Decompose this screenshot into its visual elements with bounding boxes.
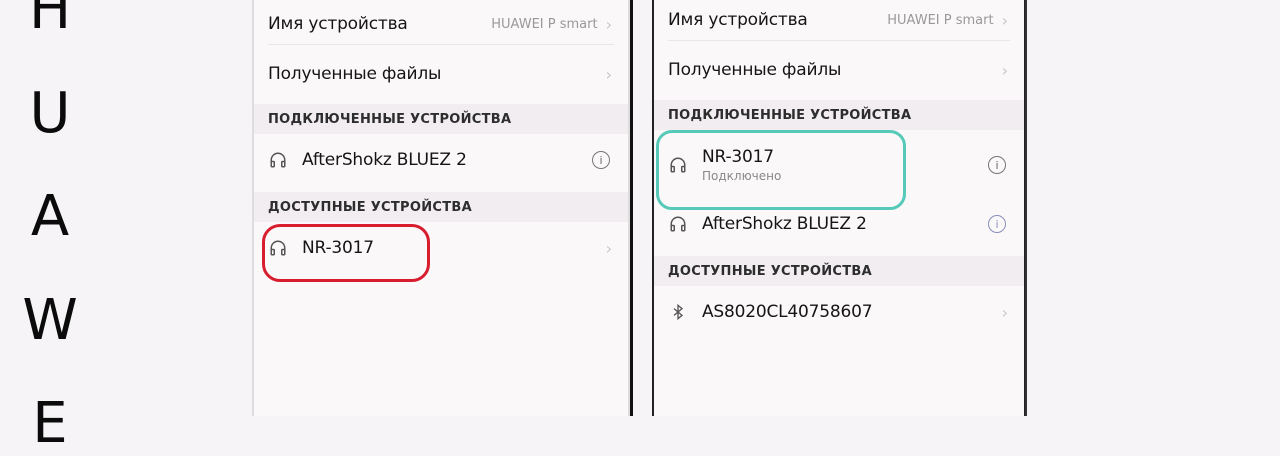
chevron-right-icon: ›: [1001, 10, 1008, 30]
connected-device-row[interactable]: AfterShokz BLUEZ 2 i: [254, 140, 628, 180]
panel-separator: [630, 0, 633, 416]
info-icon[interactable]: i: [988, 156, 1006, 174]
brand-letter: H: [28, 0, 72, 42]
highlight-red-outline: [262, 224, 430, 282]
headphones-icon: [668, 214, 688, 234]
received-files-label: Полученные файлы: [268, 64, 442, 84]
brand-vertical-text: H U A W E: [22, 0, 78, 452]
brand-letter: E: [32, 391, 68, 456]
brand-letter: W: [22, 287, 78, 353]
device-name-value: HUAWEI P smart: [887, 12, 994, 28]
device-name-row[interactable]: Имя устройства HUAWEI P smart ›: [654, 2, 1024, 38]
highlight-teal-outline: [656, 130, 906, 210]
received-files-row[interactable]: Полученные файлы ›: [254, 56, 628, 92]
chevron-right-icon: ›: [605, 238, 612, 258]
available-device-row[interactable]: AS8020CL40758607 ›: [654, 292, 1024, 332]
chevron-right-icon: ›: [605, 14, 612, 34]
connected-device-row[interactable]: AfterShokz BLUEZ 2 i: [654, 204, 1024, 244]
device-name: AfterShokz BLUEZ 2: [702, 214, 867, 234]
device-name: AS8020CL40758607: [702, 302, 873, 322]
device-name-label: Имя устройства: [268, 14, 408, 34]
right-phone-screen: Имя устройства HUAWEI P smart › Полученн…: [652, 0, 1026, 416]
info-icon[interactable]: i: [592, 151, 610, 169]
chevron-right-icon: ›: [605, 64, 612, 84]
received-files-row[interactable]: Полученные файлы ›: [654, 52, 1024, 88]
device-name-value: HUAWEI P smart: [491, 16, 598, 32]
available-devices-header: ДОСТУПНЫЕ УСТРОЙСТВА: [654, 256, 1024, 286]
connected-devices-header: ПОДКЛЮЧЕННЫЕ УСТРОЙСТВА: [254, 104, 628, 134]
divider: [668, 40, 1010, 41]
device-name: AfterShokz BLUEZ 2: [302, 150, 467, 170]
bluetooth-icon: [668, 302, 688, 322]
panel-border: [1025, 0, 1027, 416]
chevron-right-icon: ›: [1001, 60, 1008, 80]
headphones-icon: [268, 150, 288, 170]
connected-devices-header: ПОДКЛЮЧЕННЫЕ УСТРОЙСТВА: [654, 100, 1024, 130]
brand-letter: U: [29, 80, 71, 146]
device-name-row[interactable]: Имя устройства HUAWEI P smart ›: [254, 6, 628, 42]
info-icon[interactable]: i: [988, 215, 1006, 233]
left-phone-screen: Имя устройства HUAWEI P smart › Полученн…: [252, 0, 630, 416]
divider: [268, 44, 614, 45]
received-files-label: Полученные файлы: [668, 60, 842, 80]
chevron-right-icon: ›: [1001, 302, 1008, 322]
device-name-label: Имя устройства: [668, 10, 808, 30]
available-devices-header: ДОСТУПНЫЕ УСТРОЙСТВА: [254, 192, 628, 222]
brand-letter: A: [30, 184, 70, 249]
